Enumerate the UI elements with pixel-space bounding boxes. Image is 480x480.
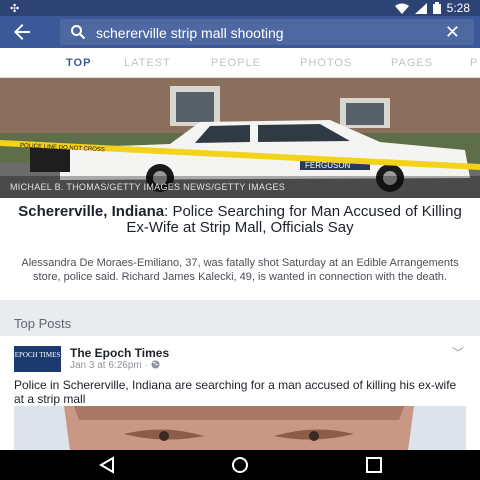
post-meta: Jan 3 at 6:26pm · bbox=[70, 360, 160, 371]
chevron-down-icon[interactable]: ﹀ bbox=[452, 344, 464, 361]
police-car-scene: FERGUSON POLICE LINE DO NOT CROSS bbox=[0, 78, 480, 198]
news-article-card[interactable]: FERGUSON POLICE LINE DO NOT CROSS MICHAE… bbox=[0, 78, 480, 300]
system-nav-bar bbox=[0, 450, 480, 480]
notification-icon: ✣ bbox=[10, 3, 20, 15]
headline-text: : Police Searching for Man Accused of Ki… bbox=[126, 203, 462, 236]
tab-latest[interactable]: LATEST bbox=[124, 57, 171, 69]
search-query[interactable]: schererville strip mall shooting bbox=[96, 25, 284, 41]
back-nav-icon[interactable] bbox=[98, 456, 116, 474]
post-text: Police in Schererville, Indiana are sear… bbox=[14, 378, 457, 406]
article-headline[interactable]: Schererville, Indiana: Police Searching … bbox=[10, 204, 470, 236]
clock: 5:28 bbox=[446, 1, 470, 15]
status-bar: ✣ 5:28 bbox=[0, 0, 480, 16]
post-timestamp[interactable]: Jan 3 at 6:26pm · bbox=[70, 360, 148, 371]
tab-photos[interactable]: PHOTOS bbox=[300, 57, 352, 69]
tab-pages[interactable]: PAGES bbox=[391, 57, 433, 69]
article-photo[interactable]: FERGUSON POLICE LINE DO NOT CROSS MICHAE… bbox=[0, 78, 480, 198]
publisher-name[interactable]: The Epoch Times bbox=[70, 346, 169, 360]
app-bar: schererville strip mall shooting ✕ bbox=[0, 16, 480, 48]
search-icon bbox=[71, 25, 86, 40]
section-title: Top Posts bbox=[14, 316, 72, 331]
battery-icon bbox=[432, 2, 441, 14]
search-tabs: TOP LATEST PEOPLE PHOTOS PAGES P bbox=[0, 48, 480, 78]
status-icons: 5:28 bbox=[394, 1, 470, 15]
signal-icon bbox=[414, 2, 427, 14]
clear-search-icon[interactable]: ✕ bbox=[445, 22, 460, 43]
tab-people[interactable]: PEOPLE bbox=[211, 57, 261, 69]
globe-icon bbox=[151, 360, 160, 369]
headline-location: Schererville, Indiana bbox=[18, 203, 165, 220]
tab-top[interactable]: TOP bbox=[66, 57, 91, 69]
article-summary: Alessandra De Moraes-Emiliano, 37, was f… bbox=[21, 257, 459, 283]
back-arrow-icon[interactable] bbox=[10, 20, 34, 44]
publisher-logo[interactable]: EPOCH TIMES bbox=[14, 346, 61, 372]
home-nav-icon[interactable] bbox=[231, 456, 249, 474]
recents-nav-icon[interactable] bbox=[365, 456, 383, 474]
photo-credit: MICHAEL B. THOMAS/GETTY IMAGES NEWS/GETT… bbox=[10, 182, 286, 192]
tab-places[interactable]: P bbox=[470, 57, 478, 69]
search-field[interactable]: schererville strip mall shooting ✕ bbox=[60, 19, 474, 45]
wifi-icon bbox=[394, 3, 409, 14]
